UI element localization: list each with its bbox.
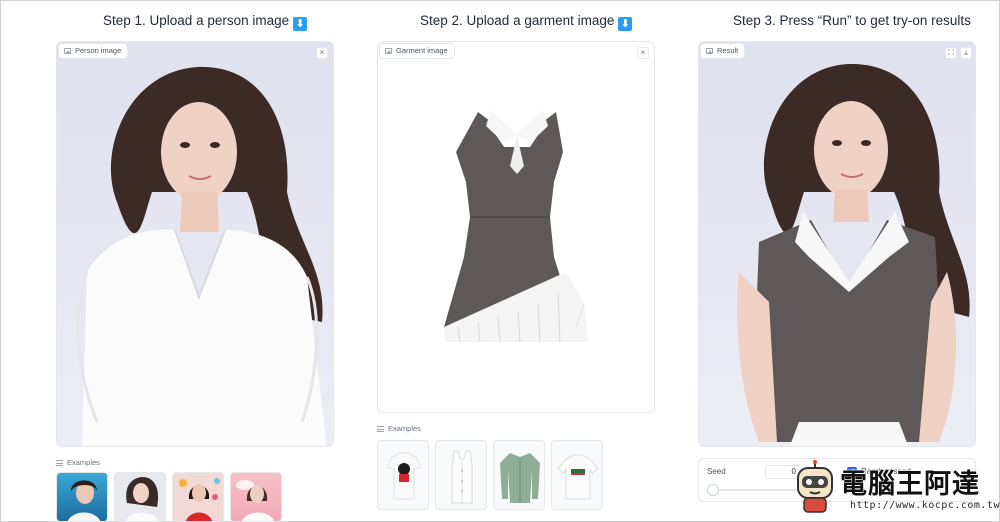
person-image-upload[interactable]: Person image × <box>56 41 334 447</box>
image-icon <box>64 48 71 54</box>
step1-heading: Step 1. Upload a person image ⬇ <box>103 13 308 31</box>
step1-text: Step 1. Upload a person image <box>103 13 290 28</box>
person-photo <box>76 66 327 446</box>
person-image-label-text: Person image <box>75 46 122 55</box>
watermark-url: http://www.kocpc.com.tw <box>850 500 1000 511</box>
image-icon <box>706 48 713 54</box>
result-photo <box>737 63 970 446</box>
person-example-1[interactable] <box>56 472 108 522</box>
image-icon <box>385 48 392 54</box>
close-icon[interactable]: × <box>316 47 328 59</box>
arrow-down-icon: ⬇ <box>293 17 308 31</box>
garment-example-2[interactable] <box>435 440 487 510</box>
person-examples-text: Examples <box>67 458 100 467</box>
seed-label: Seed <box>707 467 726 476</box>
person-example-2-image <box>126 477 159 521</box>
person-example-3[interactable] <box>172 472 224 522</box>
person-example-3-image <box>179 478 220 521</box>
garment-image-label: Garment image <box>379 43 455 59</box>
garment-example-2-image <box>451 450 473 504</box>
close-icon[interactable]: × <box>637 47 649 59</box>
arrow-down-icon: ⬇ <box>618 17 633 31</box>
step3-text: Step 3. Press “Run” to get try-on result… <box>733 13 971 28</box>
result-label: Result <box>700 43 746 59</box>
garment-example-3[interactable] <box>493 440 545 510</box>
list-icon <box>377 425 384 432</box>
download-icon[interactable]: ⤓ <box>960 47 972 59</box>
garment-example-4-image <box>557 454 599 500</box>
kocpc-watermark: 電腦王阿達 http://www.kocpc.com.tw <box>790 460 999 518</box>
step2-text: Step 2. Upload a garment image <box>420 13 615 28</box>
robot-mascot-icon <box>797 460 833 513</box>
garment-example-3-image <box>500 453 540 503</box>
person-examples-label: Examples <box>56 458 100 467</box>
person-example-1-image <box>68 480 100 521</box>
person-example-2[interactable] <box>114 472 166 522</box>
person-example-4-image <box>236 480 274 521</box>
result-image: Result ⛶ ⤓ <box>698 41 976 447</box>
watermark-text: 電腦王阿達 <box>840 469 980 500</box>
step2-heading: Step 2. Upload a garment image ⬇ <box>420 13 633 31</box>
result-label-text: Result <box>717 46 739 55</box>
person-example-4[interactable] <box>230 472 282 522</box>
garment-examples-text: Examples <box>388 424 421 433</box>
step3-heading: Step 3. Press “Run” to get try-on result… <box>733 13 971 28</box>
garment-image-upload[interactable]: Garment image × <box>377 41 655 413</box>
garment-examples-label: Examples <box>377 424 421 433</box>
garment-example-1[interactable] <box>377 440 429 510</box>
list-icon <box>56 459 63 466</box>
garment-example-1-image <box>387 452 421 500</box>
garment-example-4[interactable] <box>551 440 603 510</box>
seed-slider-thumb[interactable] <box>707 484 719 496</box>
person-image-label: Person image <box>58 43 129 59</box>
fullscreen-icon[interactable]: ⛶ <box>945 47 957 59</box>
garment-image-label-text: Garment image <box>396 46 448 55</box>
garment-photo <box>444 110 588 343</box>
